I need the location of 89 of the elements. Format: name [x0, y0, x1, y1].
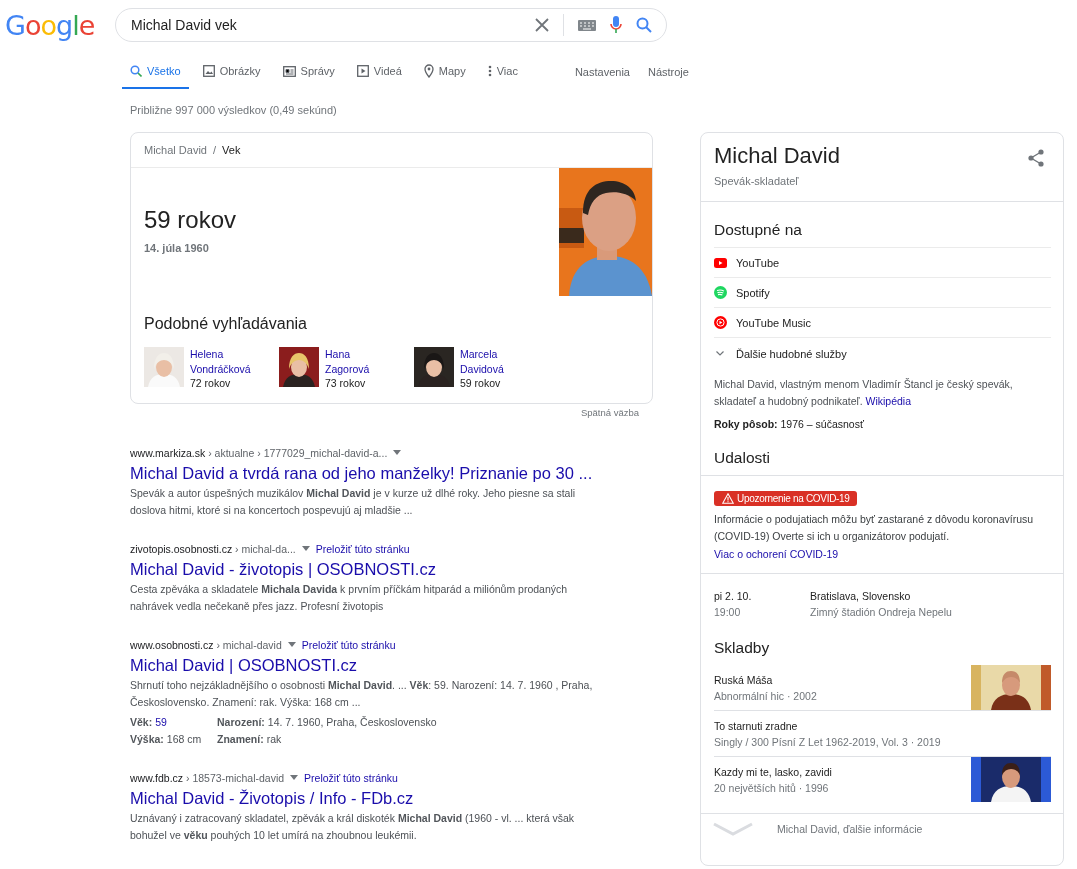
- chevron-down-icon: [716, 351, 724, 356]
- song-album: Abnormální hic · 2002: [714, 688, 817, 704]
- section-heading: Udalosti: [714, 449, 771, 467]
- result-title-link[interactable]: Michal David - Životopis / Info - FDb.cz: [130, 786, 653, 809]
- breadcrumb-separator: /: [212, 144, 217, 156]
- fact-label: Výška:: [130, 731, 164, 747]
- song-album: 20 největších hitů · 1996: [714, 780, 830, 796]
- warning-icon: [722, 493, 734, 504]
- fact-value: 168 cm: [166, 731, 202, 747]
- service-link[interactable]: Spotify: [714, 277, 1051, 307]
- fact-line: Roky pôsob: 1976 – súčasnosť: [714, 418, 865, 430]
- result-url: www.markiza.sk › aktualne › 1777029_michal-david-a...: [130, 446, 388, 459]
- service-link[interactable]: YouTube Music: [714, 307, 1051, 337]
- map-pin-icon: [423, 64, 434, 78]
- search-tab[interactable]: Obrázky: [194, 55, 269, 89]
- panel-title: Michal David: [714, 143, 840, 169]
- result-title-link[interactable]: Michal David - životopis | OSOBNOSTI.cz: [130, 557, 653, 580]
- feedback-link[interactable]: Spätná väzba: [580, 406, 639, 418]
- result-stats: Približne 997 000 výsledkov (0,49 sekúnd): [130, 104, 338, 116]
- search-tab[interactable]: Správy: [274, 55, 343, 89]
- dropdown-caret-icon[interactable]: [301, 546, 310, 551]
- search-icon[interactable]: [636, 17, 652, 33]
- warning-badge: Upozornenie na COVID-19: [714, 491, 857, 506]
- person-link[interactable]: Marcela Davidová: [460, 347, 532, 376]
- translate-link[interactable]: Preložiť túto stránku: [304, 771, 398, 784]
- search-icon: [130, 65, 142, 77]
- play-circle-icon: [714, 316, 727, 329]
- tools-link[interactable]: Nástroje: [638, 55, 698, 89]
- play-icon: [714, 257, 727, 268]
- wikipedia-link[interactable]: Wikipédia: [865, 395, 911, 407]
- event-item[interactable]: pi 2. 10. 19:00 Bratislava, Slovensko Zimný štadión Ondreja Nepelu: [714, 574, 1051, 620]
- person-link[interactable]: Helena Vondráčková: [190, 347, 262, 376]
- song-album: Singly / 300 Písní Z Let 1962-2019, Vol. 3 · 2019: [714, 734, 941, 750]
- dropdown-caret-icon[interactable]: [290, 775, 299, 780]
- microphone-icon[interactable]: [610, 16, 622, 34]
- section-heading: Dostupné na: [714, 221, 803, 239]
- close-icon[interactable]: [535, 18, 549, 32]
- dropdown-caret-icon[interactable]: [393, 450, 402, 455]
- search-tab[interactable]: Videá: [348, 55, 410, 89]
- fact-label: Věk:: [130, 714, 153, 730]
- fact-value: 14. 7. 1960, Praha, Československo: [267, 714, 437, 730]
- tools-link[interactable]: Nastavenia: [565, 55, 639, 89]
- wave-circle-icon: [714, 286, 727, 299]
- translate-link[interactable]: Preložiť túto stránku: [315, 542, 410, 555]
- breadcrumb-link[interactable]: Vek: [222, 144, 241, 156]
- fact-label: Znamení:: [217, 731, 264, 747]
- song-link[interactable]: To starnuti zradne: [714, 717, 941, 734]
- more-icon: [487, 65, 492, 77]
- image-icon: [202, 65, 215, 77]
- result-url: zivotopis.osobnosti.cz › michal-da...: [130, 542, 296, 555]
- person-age: 72 rokov: [190, 376, 232, 391]
- keyboard-icon[interactable]: [578, 19, 596, 31]
- search-tab[interactable]: Mapy: [415, 55, 474, 89]
- translate-link[interactable]: Preložiť túto stránku: [301, 638, 396, 651]
- search-tab[interactable]: Viac: [479, 55, 526, 89]
- section-heading: Skladby: [714, 639, 771, 657]
- person-age: 59 rokov: [460, 376, 502, 391]
- section-heading: Podobné vyhľadávania: [144, 315, 308, 333]
- birth-date: 14. júla 1960: [144, 242, 210, 254]
- service-link[interactable]: YouTube: [714, 247, 1051, 277]
- result-snippet: Uznávaný i zatracovaný skladatel, zpěvák a král diskoték Michal David (1960 - vl. ... která však bohužel ve věku pouhých 10 let umírá na zhoubnou leukémii.: [130, 810, 576, 843]
- person-age: 73 rokov: [325, 376, 367, 391]
- person-link[interactable]: Hana Zagorová: [325, 347, 397, 376]
- result-title-link[interactable]: Michal David | OSOBNOSTI.cz: [130, 653, 653, 676]
- covid-notice: Informácie o podujatiach môžu byť zastarané z dôvodu koronavírusu (COVID-19) Overte si ich u organizátorov podujatí.: [714, 512, 1035, 544]
- panel-subtitle: Spevák-skladateľ: [714, 175, 800, 187]
- song-link[interactable]: Ruská Máša: [714, 671, 817, 688]
- share-icon[interactable]: [1028, 149, 1044, 167]
- fact-value-link[interactable]: 59: [155, 713, 167, 731]
- fact-label: Narození:: [217, 714, 265, 730]
- fact-value: rak: [266, 731, 282, 747]
- description: Michal David, vlastným menom Vladimír Štancl je český spevák, skladateľ a hudobný podnikateľ. Wikipédia: [714, 377, 1014, 409]
- result-snippet: Cesta zpěváka a skladatele Michala Davida k prvním příčkám hitparád a miliónům prodaných nahrávek vedla nečekaně přes jazz. Profesní životopis: [130, 581, 569, 614]
- song-link[interactable]: Kazdy mi te, lasko, zavidi: [714, 763, 832, 780]
- result-url: www.osobnosti.cz › michal-david: [130, 638, 282, 651]
- result-snippet: Spevák a autor úspešných muzikálov Michal David je v kurze už dlhé roky. Jeho piesne sa stali doslova hitmi, ktoré si na koncertoch pospevujú aj mladšie ...: [130, 485, 577, 518]
- dropdown-caret-icon[interactable]: [287, 642, 296, 647]
- newspaper-icon: [282, 65, 296, 77]
- search-tab[interactable]: Všetko: [122, 55, 189, 89]
- google-logo[interactable]: Google: [5, 11, 115, 39]
- expand-link[interactable]: Ďalšie hudobné služby: [714, 337, 1051, 369]
- breadcrumb-link[interactable]: Michal David: [144, 144, 207, 156]
- result-snippet: Shrnutí toho nejzákladnějšího o osobnosti Michal David. ... Věk: 59. Narození: 14. 7. 1960 , Praha, Československo. Znamení: rak. Výška: 168 cm ...: [130, 677, 594, 710]
- more-info-link[interactable]: Michal David, ďalšie informácie: [777, 823, 923, 835]
- result-url: www.fdb.cz › 18573-michal-david: [130, 771, 285, 784]
- age-value: 59 rokov: [144, 206, 237, 234]
- covid-link[interactable]: Viac o ochorení COVID-19: [714, 548, 839, 560]
- result-title-link[interactable]: Michal David a tvrdá rana od jeho manželky! Priznanie po 30 ...: [130, 461, 653, 484]
- play-icon: [356, 65, 369, 77]
